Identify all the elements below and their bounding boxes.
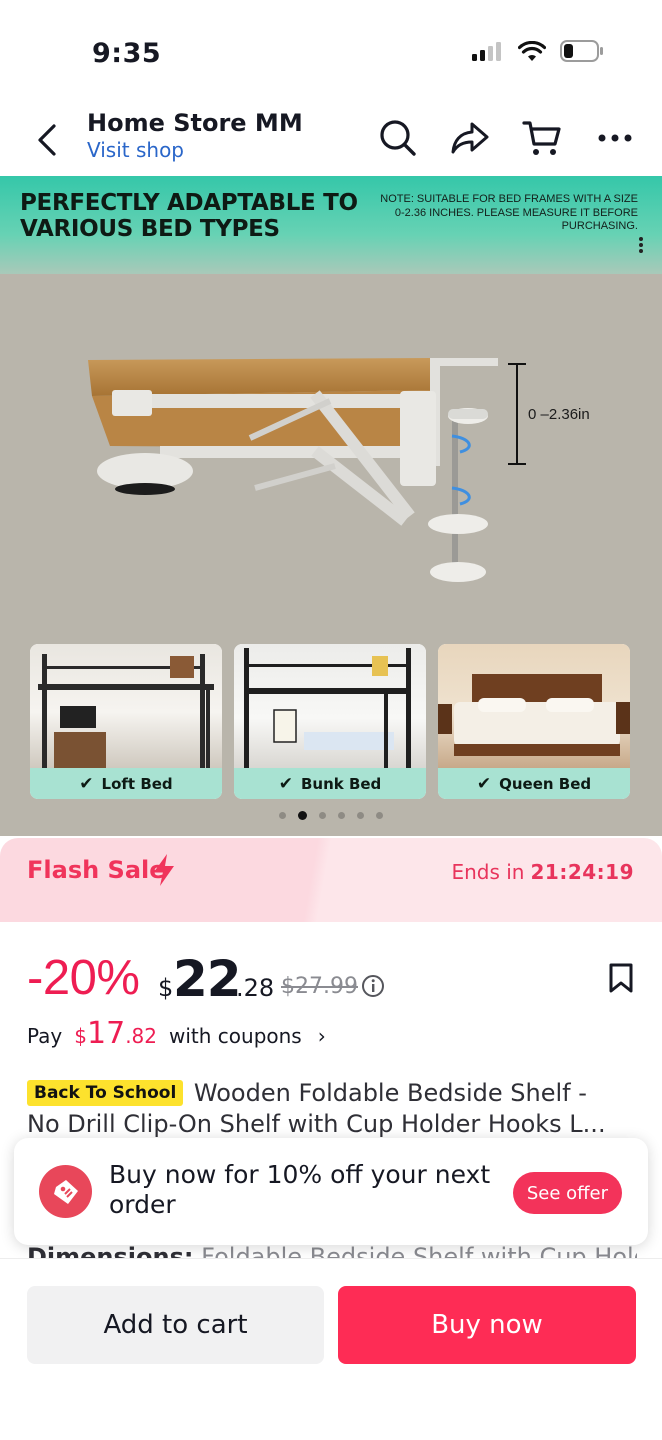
coupon-pay-label: Pay xyxy=(27,1024,63,1048)
search-icon xyxy=(380,120,416,156)
price-row: -20% $ 22 .28 $27.99 xyxy=(27,950,647,1010)
back-button[interactable] xyxy=(30,120,64,160)
thumb-label-text: Loft Bed xyxy=(101,774,173,793)
original-price: $27.99 xyxy=(281,974,358,999)
thumb-label-text: Bunk Bed xyxy=(300,774,382,793)
lightning-icon xyxy=(154,854,174,886)
coupon-price-decimal: .82 xyxy=(125,1024,157,1048)
product-image-carousel[interactable]: PERFECTLY ADAPTABLE TO VARIOUS BED TYPES… xyxy=(0,176,662,836)
check-icon: ✔ xyxy=(79,773,94,794)
search-button[interactable] xyxy=(378,118,418,158)
thumb-label-loft: ✔ Loft Bed xyxy=(30,768,222,799)
bookmark-icon[interactable] xyxy=(608,962,634,994)
price-currency: $ xyxy=(158,974,174,1002)
share-button[interactable] xyxy=(450,118,490,158)
product-title[interactable]: Back To School Wooden Foldable Bedside S… xyxy=(27,1078,637,1140)
more-icon xyxy=(598,134,632,142)
countdown-timer: 21:24:19 xyxy=(530,860,634,884)
status-icons xyxy=(472,40,604,62)
check-icon: ✔ xyxy=(278,773,293,794)
loft-bed-image xyxy=(30,644,222,768)
carousel-dot-active[interactable] xyxy=(298,811,307,820)
promo-tag: Back To School xyxy=(27,1080,184,1106)
flash-sale-banner: Flash Sale Ends in 21:24:19 xyxy=(0,838,662,922)
carousel-dots xyxy=(0,811,662,820)
price-decimal: .28 xyxy=(236,974,275,1002)
coupon-price-integer: 17 xyxy=(87,1016,126,1051)
thumb-label-text: Queen Bed xyxy=(499,774,592,793)
product-title-text: Wooden Foldable Bedside Shelf - xyxy=(193,1079,587,1107)
carousel-dot[interactable] xyxy=(279,812,286,819)
thumbnail-queen-bed: ✔ Queen Bed xyxy=(438,644,630,799)
price-integer: 22 xyxy=(173,950,242,1008)
measure-label: 0 –2.36in xyxy=(528,406,590,423)
carousel-dot[interactable] xyxy=(376,812,383,819)
cellular-signal-icon xyxy=(472,42,501,61)
thumbnail-loft-bed: ✔ Loft Bed xyxy=(30,644,222,799)
info-icon[interactable] xyxy=(361,974,385,998)
see-offer-button[interactable]: See offer xyxy=(512,1172,622,1214)
more-button[interactable] xyxy=(595,118,635,158)
shop-header: Home Store MM Visit shop xyxy=(0,100,662,176)
coupon-row[interactable]: Pay $ 17 .82 with coupons › xyxy=(27,1016,326,1056)
discount-percent: -20% xyxy=(27,951,140,1005)
visit-shop-link[interactable]: Visit shop xyxy=(87,138,184,162)
wifi-icon xyxy=(518,40,546,61)
status-bar: 9:35 xyxy=(0,0,662,100)
product-title-line-2: No Drill Clip-On Shelf with Cup Holder H… xyxy=(27,1110,606,1138)
shop-name[interactable]: Home Store MM xyxy=(87,109,303,137)
chevron-right-icon: › xyxy=(317,1024,326,1048)
status-time: 9:35 xyxy=(92,38,162,69)
thumb-label-queen: ✔ Queen Bed xyxy=(438,768,630,799)
ends-in-label: Ends in xyxy=(451,860,525,884)
back-icon xyxy=(38,124,56,156)
carousel-dot[interactable] xyxy=(319,812,326,819)
add-to-cart-button[interactable]: Add to cart xyxy=(27,1286,324,1364)
product-title-line-1: Back To School Wooden Foldable Bedside S… xyxy=(27,1078,637,1109)
bed-type-thumbnails: ✔ Loft Bed ✔ Bunk Bed ✔ Queen Bed xyxy=(30,644,630,799)
queen-bed-image xyxy=(438,644,630,768)
offer-popup: Buy now for 10% off your next order See … xyxy=(14,1138,648,1245)
cart-button[interactable] xyxy=(522,118,562,158)
share-icon xyxy=(451,122,489,154)
carousel-dot[interactable] xyxy=(357,812,364,819)
flash-sale-countdown: Ends in 21:24:19 xyxy=(451,860,634,884)
buy-now-button[interactable]: Buy now xyxy=(338,1286,636,1364)
coupon-text: with coupons xyxy=(169,1024,302,1048)
thumb-label-bunk: ✔ Bunk Bed xyxy=(234,768,426,799)
offer-text: Buy now for 10% off your next order xyxy=(109,1160,491,1219)
coupon-currency: $ xyxy=(74,1024,87,1048)
thumbnail-bunk-bed: ✔ Bunk Bed xyxy=(234,644,426,799)
flash-sale-title: Flash Sale xyxy=(27,856,166,884)
cart-icon xyxy=(522,121,561,155)
bottom-action-bar: Add to cart Buy now xyxy=(0,1258,662,1440)
carousel-dot[interactable] xyxy=(338,812,345,819)
coupon-ticket-icon xyxy=(39,1165,92,1218)
check-icon: ✔ xyxy=(476,773,492,794)
bunk-bed-image xyxy=(234,644,426,768)
battery-icon xyxy=(560,40,603,62)
